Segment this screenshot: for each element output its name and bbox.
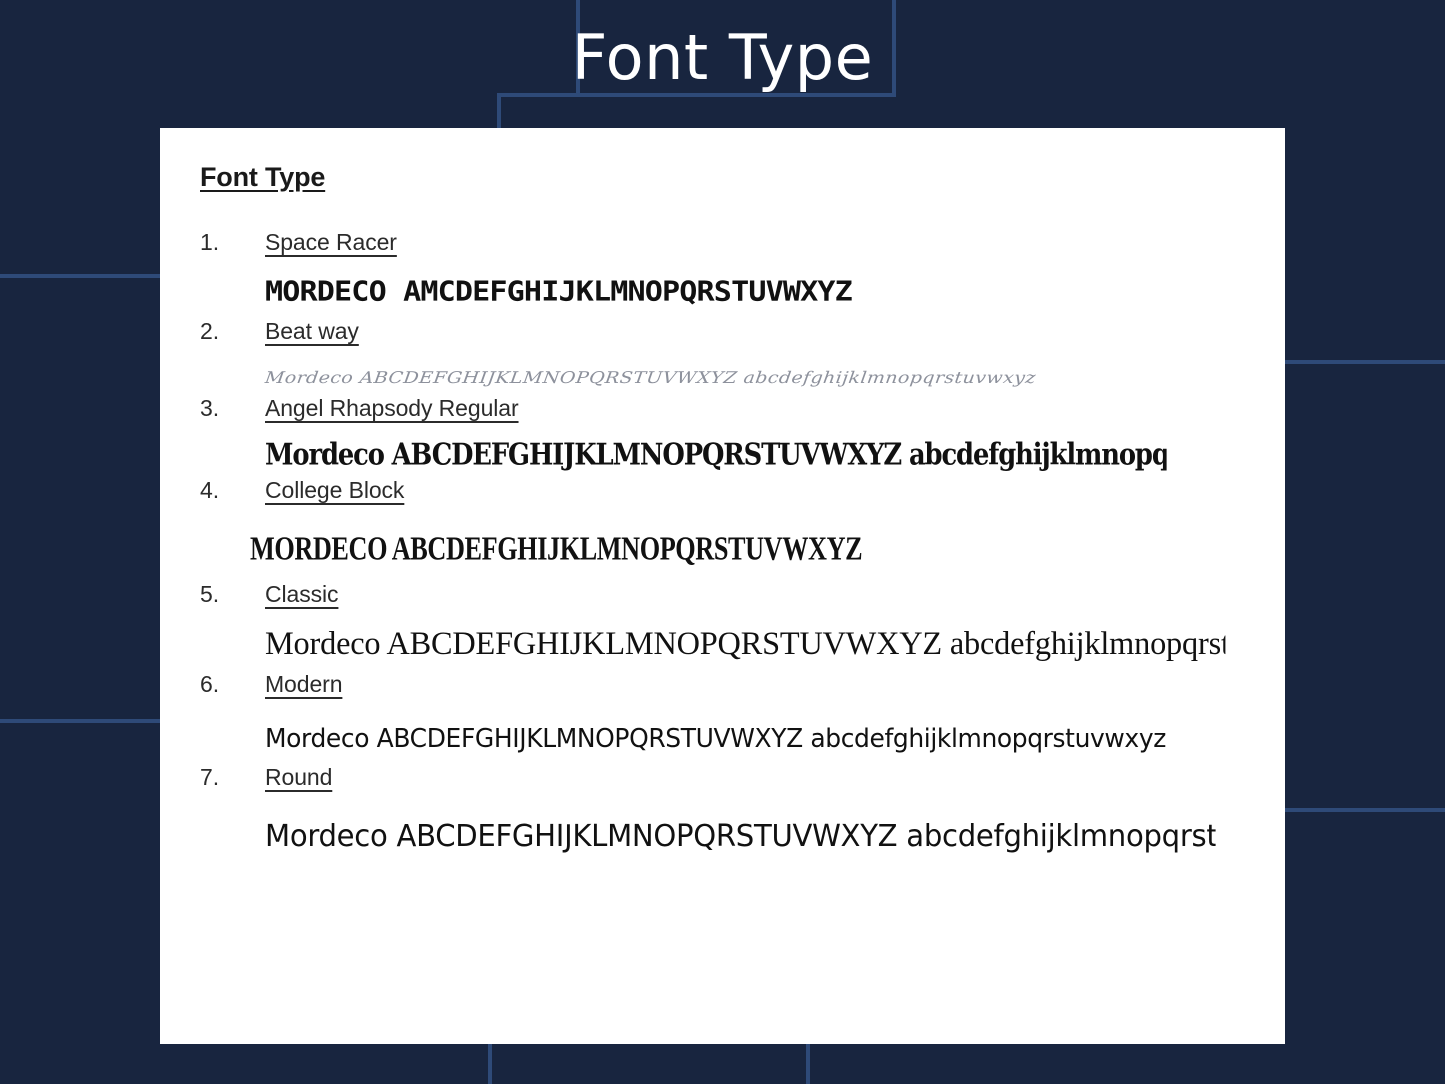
decor-vertical-line-bottom-left [488, 1040, 492, 1084]
entry-header: 1. Space Racer [200, 229, 1245, 256]
entry-number: 5. [200, 581, 220, 607]
entry-font-name[interactable]: Angel Rhapsody Regular [265, 395, 519, 422]
decor-horizontal-line-right-upper [1283, 360, 1445, 364]
entry-specimen-angel-rhapsody: Mordeco ABCDEFGHIJKLMNOPQRSTUVWXYZ abcde… [265, 437, 1167, 472]
decor-vertical-line-bottom-right [806, 1040, 810, 1084]
entry-font-name[interactable]: Round [265, 764, 332, 791]
entry-number: 1. [200, 229, 220, 255]
entry-number: 6. [200, 671, 220, 697]
entry-font-name[interactable]: Classic [265, 581, 339, 608]
decor-horizontal-line-left-upper [0, 274, 162, 278]
entry-number: 4. [200, 477, 220, 503]
entry-specimen-space-racer: MORDECO AMCDEFGHIJKLMNOPQRSTUVWXYZ [265, 276, 853, 308]
entry-specimen-beat-way: Mordeco ABCDEFGHIJKLMNOPQRSTUVWXYZ abcde… [263, 368, 1037, 388]
font-entry-round: 7. Round Mordeco ABCDEFGHIJKLMNOPQRSTUVW… [200, 764, 1245, 854]
document-card: Font Type 1. Space Racer MORDECO AMCDEFG… [160, 128, 1285, 1044]
entry-font-name[interactable]: Modern [265, 671, 342, 698]
font-entry-beat-way: 2. Beat way Mordeco ABCDEFGHIJKLMNOPQRST… [200, 318, 1245, 389]
entry-number: 7. [200, 764, 220, 790]
entry-font-name[interactable]: College Block [265, 477, 404, 504]
entry-header: 7. Round [200, 764, 1245, 791]
entry-header: 3. Angel Rhapsody Regular [200, 395, 1245, 422]
entry-header: 4. College Block [200, 477, 1245, 504]
font-entry-college-block: 4. College Block MORDECO ABCDEFGHIJKLMNO… [200, 477, 1245, 567]
entry-header: 5. Classic [200, 581, 1245, 608]
entry-header: 2. Beat way [200, 318, 1245, 345]
entry-number: 3. [200, 395, 220, 421]
entry-font-name[interactable]: Space Racer [265, 229, 397, 256]
entry-specimen-college-block: MORDECO ABCDEFGHIJKLMNOPQRSTUVWXYZ [250, 529, 863, 567]
entry-specimen-round: Mordeco ABCDEFGHIJKLMNOPQRSTUVWXYZ abcde… [265, 819, 1216, 854]
font-entry-classic: 5. Classic Mordeco ABCDEFGHIJKLMNOPQRSTU… [200, 581, 1245, 663]
entry-header: 6. Modern [200, 671, 1245, 698]
font-entry-modern: 6. Modern Mordeco ABCDEFGHIJKLMNOPQRSTUV… [200, 671, 1245, 754]
entry-font-name[interactable]: Beat way [265, 318, 359, 345]
document-heading: Font Type [200, 162, 326, 192]
font-entry-space-racer: 1. Space Racer MORDECO AMCDEFGHIJKLMNOPQ… [200, 229, 1245, 312]
font-entry-angel-rhapsody: 3. Angel Rhapsody Regular Mordeco ABCDEF… [200, 395, 1245, 472]
decor-horizontal-line-right-lower [1283, 808, 1445, 812]
decor-horizontal-line-left-lower [0, 719, 162, 723]
entry-specimen-modern: Mordeco ABCDEFGHIJKLMNOPQRSTUVWXYZ abcde… [265, 724, 1166, 754]
entry-specimen-classic: Mordeco ABCDEFGHIJKLMNOPQRSTUVWXYZ abcde… [265, 626, 1226, 662]
slide-title: Font Type [571, 21, 874, 94]
entry-number: 2. [200, 318, 220, 344]
